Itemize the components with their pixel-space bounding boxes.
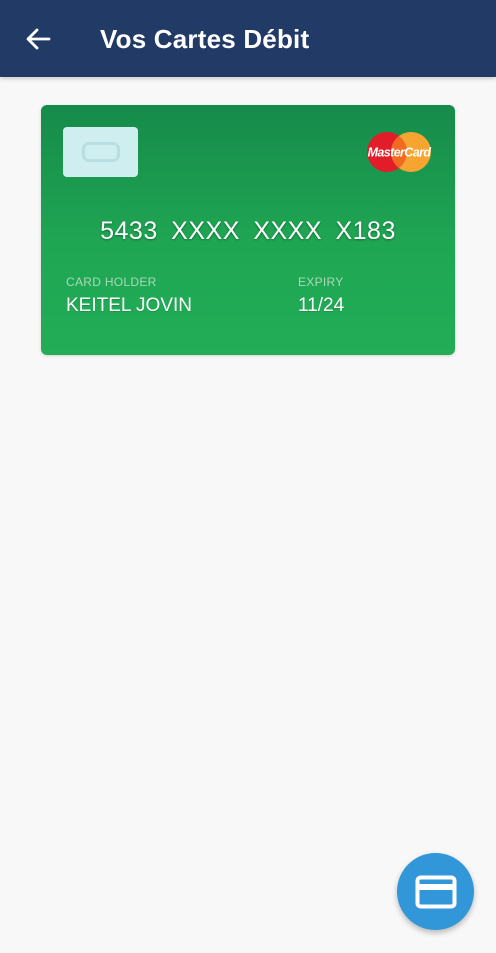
add-card-fab[interactable]: [397, 853, 474, 930]
expiry-value: 11/24: [298, 295, 345, 316]
debit-card[interactable]: MasterCard 5433 XXXX XXXX X183 CARD HOLD…: [41, 105, 455, 355]
arrow-left-icon: [26, 28, 51, 50]
page-title: Vos Cartes Débit: [100, 24, 310, 54]
card-holder-name: KEITEL JOVIN: [66, 295, 192, 316]
svg-text:MasterCard: MasterCard: [368, 146, 432, 160]
back-button[interactable]: [18, 20, 58, 58]
expiry-label: EXPIRY: [298, 275, 344, 289]
credit-card-icon: [415, 875, 456, 908]
card-chip-icon: [63, 127, 138, 177]
card-holder-label: CARD HOLDER: [66, 275, 157, 289]
app-bar: Vos Cartes Débit: [0, 0, 496, 77]
card-number: 5433 XXXX XXXX X183: [100, 217, 396, 245]
mastercard-logo: MasterCard: [367, 132, 432, 172]
